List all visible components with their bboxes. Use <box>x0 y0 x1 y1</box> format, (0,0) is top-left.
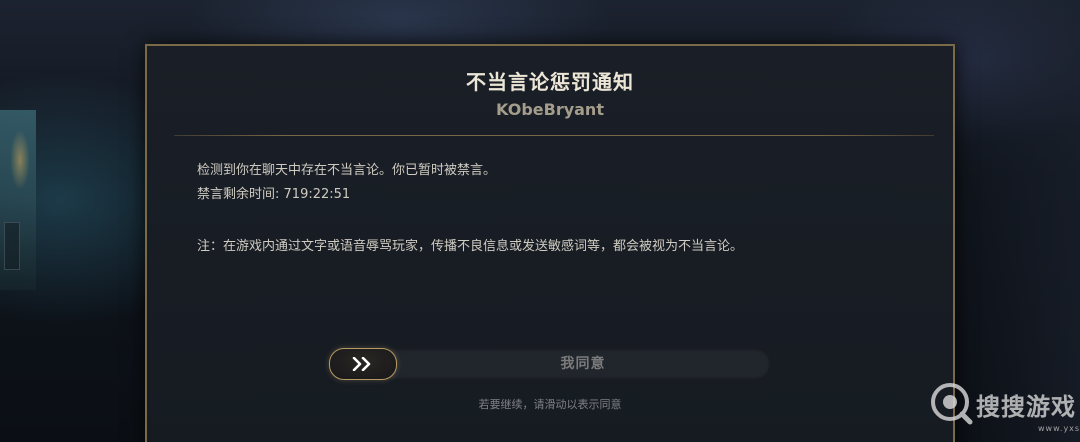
background-glow <box>10 130 30 190</box>
penalty-notice-dialog: 不当言论惩罚通知 KObeBryant 检测到你在聊天中存在不当言论。你已暂时被… <box>145 44 955 442</box>
watermark-text: 搜搜游戏 <box>976 393 1076 421</box>
mute-timer: 禁言剩余时间: 719:22:51 <box>197 183 350 202</box>
slider-label: 我同意 <box>560 356 606 372</box>
muted-message: 检测到你在聊天中存在不当言论。你已暂时被禁言。 <box>197 163 497 178</box>
watermark-url: www.yxss.com <box>1038 424 1080 433</box>
agree-slider[interactable]: 我同意 <box>329 348 771 380</box>
background-side-tab <box>4 222 20 270</box>
player-name: KObeBryant <box>496 100 604 119</box>
mute-timer-label: 禁言剩余时间: <box>197 187 280 202</box>
slider-handle[interactable] <box>329 348 397 380</box>
title-divider <box>174 135 934 136</box>
double-chevron-right-icon <box>352 357 371 371</box>
policy-note: 注：在游戏内通过文字或语音辱骂玩家，传播不良信息或发送敏感词等，都会被视为不当言… <box>197 239 744 254</box>
game-screen: 不当言论惩罚通知 KObeBryant 检测到你在聊天中存在不当言论。你已暂时被… <box>0 0 1080 442</box>
slide-hint: 若要继续，请滑动以表示同意 <box>478 398 622 411</box>
magnifier-logo-icon <box>931 383 973 425</box>
dialog-title: 不当言论惩罚通知 <box>466 70 634 94</box>
mute-timer-value: 719:22:51 <box>283 187 351 202</box>
background-mist <box>950 0 1080 442</box>
site-watermark: 搜搜游戏 www.yxss.com <box>928 380 1080 442</box>
